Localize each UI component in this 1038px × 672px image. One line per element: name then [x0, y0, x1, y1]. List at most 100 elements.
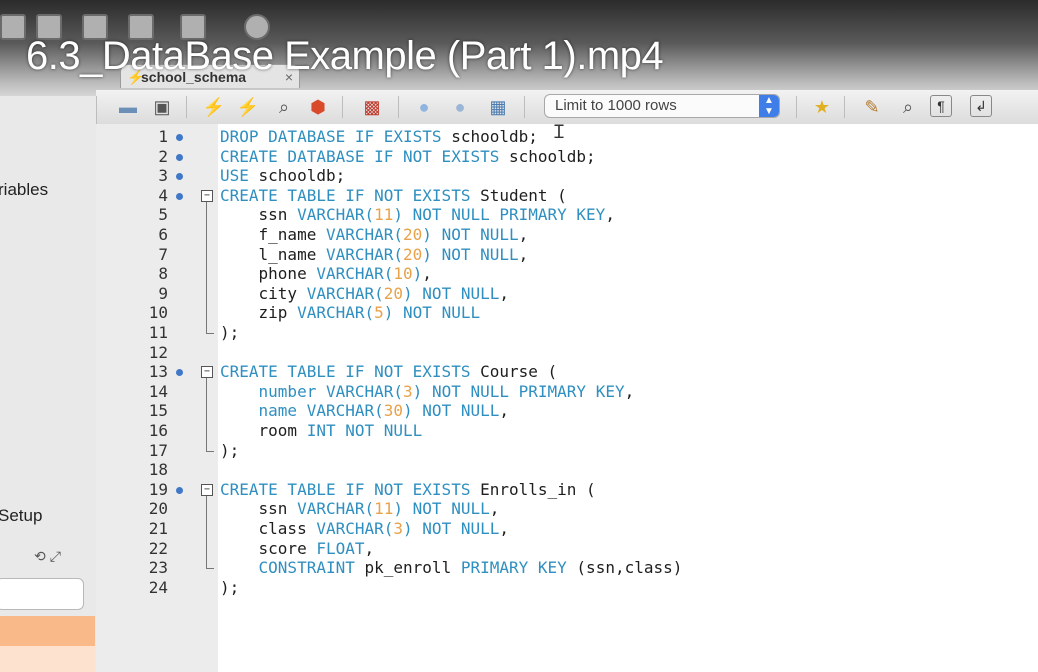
- fold-toggle-icon[interactable]: −: [201, 189, 213, 202]
- statement-marker-icon[interactable]: [176, 153, 183, 161]
- fold-guide: [206, 495, 207, 569]
- wrap-icon[interactable]: ↲: [970, 95, 992, 117]
- sql-keyword: ) NOT NULL: [422, 225, 519, 244]
- sql-keyword: VARCHAR(: [316, 264, 394, 284]
- code-line[interactable]: l_name VARCHAR(20) NOT NULL,: [220, 244, 529, 264]
- invisible-chars-icon[interactable]: ¶: [930, 95, 952, 117]
- beautify-icon[interactable]: ✎: [860, 95, 884, 119]
- sql-text: schooldb;: [258, 166, 346, 186]
- sql-number: 10: [393, 264, 413, 284]
- sidebar-item[interactable]: [0, 646, 95, 672]
- sql-keyword: VARCHAR(: [325, 244, 404, 264]
- selected-sidebar-item[interactable]: [0, 616, 95, 646]
- sql-number: 11: [374, 205, 394, 225]
- line-number: 9: [158, 283, 168, 303]
- code-line[interactable]: number VARCHAR(3) NOT NULL PRIMARY KEY,: [220, 381, 635, 401]
- code-line[interactable]: USE schooldb;: [220, 166, 345, 185]
- execute-current-icon[interactable]: ⚡: [236, 95, 260, 119]
- expand-icon[interactable]: ⟲⤢: [34, 548, 65, 565]
- code-line[interactable]: DROP DATABASE IF EXISTS schooldb;: [220, 127, 538, 146]
- code-line[interactable]: CREATE TABLE IF NOT EXISTS Course (: [220, 362, 557, 381]
- line-number: 3: [158, 166, 168, 186]
- sql-keyword: ) NOT NULL: [393, 499, 490, 519]
- sql-text: schooldb;: [451, 127, 538, 146]
- line-number: 24: [148, 577, 168, 597]
- sql-keyword: VARCHAR(: [297, 303, 375, 323]
- code-line[interactable]: ssn VARCHAR(11) NOT NULL PRIMARY KEY,: [220, 205, 615, 224]
- code-line[interactable]: f_name VARCHAR(20) NOT NULL,: [220, 225, 529, 244]
- sql-text: room: [220, 421, 307, 440]
- code-line[interactable]: phone VARCHAR(10),: [220, 264, 432, 283]
- sidebar-filter-input[interactable]: [0, 578, 84, 610]
- sql-text: city: [220, 283, 307, 303]
- sql-keyword: USE: [220, 166, 259, 186]
- code-line[interactable]: );: [220, 578, 239, 597]
- sql-text: l_name: [220, 244, 326, 264]
- code-line[interactable]: city VARCHAR(20) NOT NULL,: [220, 284, 509, 303]
- sidebar-variables-label[interactable]: riables: [0, 180, 48, 200]
- sql-keyword: ): [412, 264, 423, 284]
- sql-text: );: [220, 577, 240, 597]
- autocommit-icon[interactable]: ▦: [486, 95, 510, 119]
- bookmark-icon[interactable]: ★: [810, 95, 834, 119]
- code-line[interactable]: name VARCHAR(30) NOT NULL,: [220, 401, 509, 420]
- code-line[interactable]: );: [220, 441, 239, 460]
- toolbar-separator: [186, 96, 187, 118]
- statement-marker-icon[interactable]: [176, 486, 183, 494]
- code-line[interactable]: ssn VARCHAR(11) NOT NULL,: [220, 499, 500, 519]
- sql-text: ,: [518, 225, 529, 244]
- limit-rows-select[interactable]: Limit to 1000 rows ▲ ▼: [544, 94, 780, 118]
- toolbar-separator: [398, 96, 399, 118]
- code-line[interactable]: score FLOAT,: [220, 538, 375, 558]
- code-line[interactable]: CREATE TABLE IF NOT EXISTS Enrolls_in (: [220, 480, 596, 499]
- fold-guide: [206, 201, 207, 333]
- rollback-icon[interactable]: ●: [448, 95, 472, 119]
- sql-keyword: CREATE TABLE IF NOT EXISTS: [220, 479, 481, 499]
- sql-number: 20: [383, 283, 404, 303]
- line-number: 13: [148, 362, 168, 382]
- code-line[interactable]: class VARCHAR(3) NOT NULL,: [220, 519, 509, 538]
- fold-guide: [206, 378, 207, 451]
- sql-text: ,: [489, 499, 500, 519]
- explain-icon[interactable]: ⌕: [272, 95, 296, 119]
- line-number: 22: [148, 538, 168, 558]
- sql-keyword: ) NOT NULL: [403, 401, 500, 421]
- fold-toggle-icon[interactable]: −: [201, 366, 213, 379]
- statement-marker-icon[interactable]: [176, 192, 183, 200]
- fold-toggle-icon[interactable]: −: [201, 483, 213, 496]
- sql-number: 5: [374, 303, 384, 323]
- toolbar-icon-1[interactable]: [0, 14, 26, 40]
- fold-guide-end: [206, 450, 214, 452]
- save-icon[interactable]: ▣: [150, 95, 174, 119]
- code-line[interactable]: );: [220, 323, 239, 342]
- sql-keyword: VARCHAR(: [297, 499, 375, 519]
- line-number: 15: [148, 401, 168, 421]
- code-line[interactable]: room INT NOT NULL: [220, 421, 423, 440]
- commit-icon[interactable]: ●: [412, 95, 436, 119]
- sql-number: 3: [403, 381, 413, 401]
- sql-keyword: CREATE TABLE IF NOT EXISTS: [220, 185, 481, 205]
- sql-keyword: VARCHAR(: [316, 519, 394, 538]
- execute-icon[interactable]: ⚡: [202, 95, 226, 119]
- sql-text: ,: [499, 519, 509, 538]
- open-folder-icon[interactable]: ▬: [116, 95, 140, 119]
- find-icon[interactable]: ⌕: [896, 95, 920, 119]
- sql-number: 20: [403, 244, 423, 264]
- statement-marker-icon[interactable]: [176, 134, 183, 141]
- toggle-output-icon[interactable]: ▩: [360, 95, 384, 119]
- sql-text: );: [220, 440, 240, 460]
- sql-keyword: FLOAT: [316, 538, 365, 558]
- stop-icon[interactable]: ⬢: [306, 95, 330, 119]
- sql-keyword: DROP DATABASE IF EXISTS: [220, 127, 452, 146]
- sidebar-setup-label[interactable]: Setup: [0, 506, 42, 526]
- code-line[interactable]: CREATE TABLE IF NOT EXISTS Student (: [220, 186, 567, 205]
- code-line[interactable]: CREATE DATABASE IF NOT EXISTS schooldb;: [220, 147, 596, 166]
- line-number: 10: [148, 303, 168, 323]
- chevron-updown-icon: ▲ ▼: [759, 95, 779, 117]
- line-number: 8: [158, 264, 168, 284]
- sql-text: ,: [605, 205, 615, 225]
- line-number: 23: [148, 558, 168, 578]
- code-line[interactable]: zip VARCHAR(5) NOT NULL: [220, 303, 481, 323]
- code-line[interactable]: CONSTRAINT pk_enroll PRIMARY KEY (ssn,cl…: [220, 558, 683, 577]
- sql-keyword: ) NOT NULL PRIMARY KEY: [412, 381, 625, 401]
